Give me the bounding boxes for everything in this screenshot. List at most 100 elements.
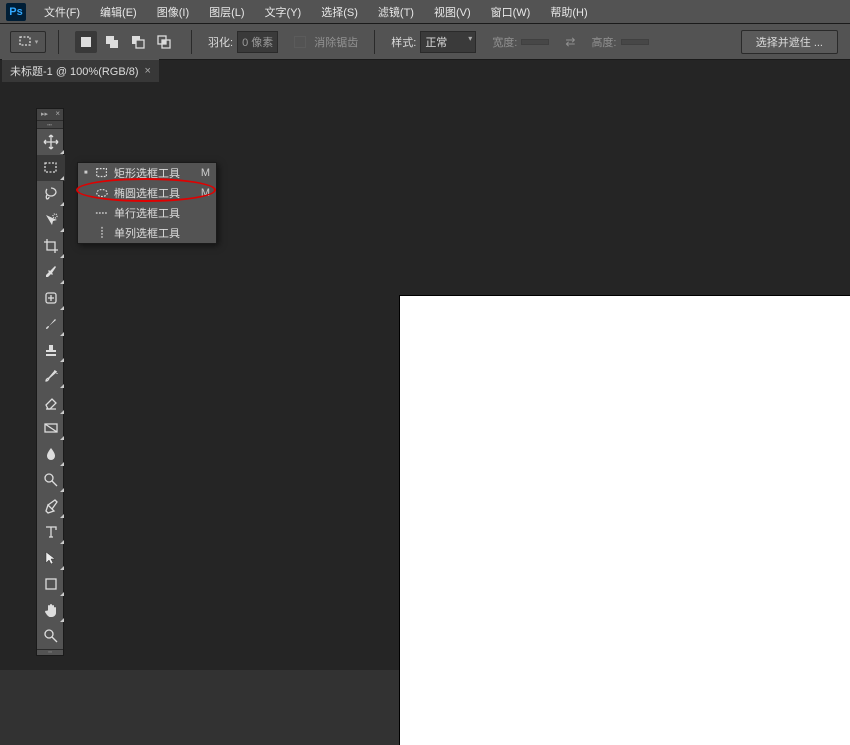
quick-select-icon xyxy=(43,212,59,228)
flyout-item-label: 单列选框工具 xyxy=(110,225,202,241)
menu-file[interactable]: 文件(F) xyxy=(34,4,90,20)
menu-image[interactable]: 图像(I) xyxy=(147,4,199,20)
document-tab-bar: 未标题-1 @ 100%(RGB/8) × xyxy=(0,60,850,82)
tool-pen[interactable] xyxy=(37,493,65,519)
tool-history-brush[interactable] xyxy=(37,363,65,389)
flyout-item-rect[interactable]: ■矩形选框工具M xyxy=(78,163,216,183)
grip-icon: ┅ xyxy=(47,120,53,129)
selection-subtract-button[interactable] xyxy=(127,31,149,53)
tool-shape[interactable] xyxy=(37,571,65,597)
menu-view[interactable]: 视图(V) xyxy=(424,4,481,20)
tool-gradient[interactable] xyxy=(37,415,65,441)
flyout-indicator-icon xyxy=(60,332,64,336)
flyout-indicator-icon xyxy=(60,592,64,596)
divider xyxy=(374,30,375,54)
menu-filter[interactable]: 滤镜(T) xyxy=(368,4,424,20)
active-bullet-icon: ■ xyxy=(84,170,94,176)
dodge-icon xyxy=(43,472,59,488)
tool-crop[interactable] xyxy=(37,233,65,259)
tool-type[interactable] xyxy=(37,519,65,545)
grip-icon: ┅ xyxy=(48,649,52,656)
style-label: 样式: xyxy=(391,34,416,50)
tool-quick-select[interactable] xyxy=(37,207,65,233)
marquee-icon xyxy=(18,34,34,50)
tool-eyedropper[interactable] xyxy=(37,259,65,285)
app-logo: Ps xyxy=(6,3,26,21)
swap-icon: ⇄ xyxy=(565,35,575,49)
feather-input[interactable]: 0 像素 xyxy=(237,31,278,53)
move-icon xyxy=(43,134,59,150)
flyout-indicator-icon xyxy=(60,618,64,622)
swap-wh: ⇄ xyxy=(561,35,579,49)
divider xyxy=(58,30,59,54)
tool-path-select[interactable] xyxy=(37,545,65,571)
document-tab-title: 未标题-1 @ 100%(RGB/8) xyxy=(10,63,139,79)
selection-intersect-button[interactable] xyxy=(153,31,175,53)
gradient-icon xyxy=(43,420,59,436)
select-and-mask-button[interactable]: 选择并遮住 ... xyxy=(741,30,838,54)
subtract-selection-icon xyxy=(130,34,146,50)
marquee-flyout: ■矩形选框工具M椭圆选框工具M单行选框工具单列选框工具 xyxy=(77,162,217,244)
tool-zoom[interactable] xyxy=(37,623,65,649)
add-selection-icon xyxy=(104,34,120,50)
flyout-indicator-icon xyxy=(60,306,64,310)
path-select-icon xyxy=(43,550,59,566)
tool-lasso[interactable] xyxy=(37,181,65,207)
divider xyxy=(191,30,192,54)
flyout-indicator-icon xyxy=(60,410,64,414)
menu-bar: Ps 文件(F) 编辑(E) 图像(I) 图层(L) 文字(Y) 选择(S) 滤… xyxy=(0,0,850,24)
menu-help[interactable]: 帮助(H) xyxy=(540,4,597,20)
flyout-indicator-icon xyxy=(60,384,64,388)
document-tab[interactable]: 未标题-1 @ 100%(RGB/8) × xyxy=(2,59,159,82)
tool-panel-grip[interactable]: ┅ xyxy=(37,121,63,129)
flyout-item-col[interactable]: 单列选框工具 xyxy=(78,223,216,243)
flyout-item-shortcut: M xyxy=(193,187,210,199)
tool-marquee[interactable] xyxy=(37,155,65,181)
flyout-item-shortcut: M xyxy=(193,167,210,179)
flyout-indicator-icon xyxy=(60,202,64,206)
flyout-item-ellipse[interactable]: 椭圆选框工具M xyxy=(78,183,216,203)
tool-move[interactable] xyxy=(37,129,65,155)
type-icon xyxy=(43,524,59,540)
col-marquee-icon xyxy=(95,226,109,240)
tool-stamp[interactable] xyxy=(37,337,65,363)
menu-window[interactable]: 窗口(W) xyxy=(481,4,541,20)
menu-select[interactable]: 选择(S) xyxy=(311,4,368,20)
menu-type[interactable]: 文字(Y) xyxy=(255,4,312,20)
close-icon[interactable]: × xyxy=(145,65,151,77)
healing-icon xyxy=(43,290,59,306)
ellipse-marquee-icon xyxy=(95,186,109,200)
pen-icon xyxy=(43,498,59,514)
antialias-label: 消除锯齿 xyxy=(314,34,358,50)
intersect-selection-icon xyxy=(156,34,172,50)
selection-add-button[interactable] xyxy=(101,31,123,53)
tool-blur[interactable] xyxy=(37,441,65,467)
antialias-group: 消除锯齿 xyxy=(290,34,362,50)
stamp-icon xyxy=(43,342,59,358)
blur-icon xyxy=(43,446,59,462)
canvas[interactable] xyxy=(400,296,850,745)
width-group: 宽度: xyxy=(488,34,553,50)
flyout-indicator-icon xyxy=(60,540,64,544)
menu-edit[interactable]: 编辑(E) xyxy=(90,4,147,20)
lasso-icon xyxy=(43,186,59,202)
history-brush-icon xyxy=(43,368,59,384)
tool-dodge[interactable] xyxy=(37,467,65,493)
tool-preset-button[interactable]: ▾ xyxy=(10,31,46,53)
height-group: 高度: xyxy=(587,34,652,50)
selection-new-button[interactable] xyxy=(75,31,97,53)
feather-label: 羽化: xyxy=(208,34,233,50)
flyout-indicator-icon xyxy=(60,280,64,284)
height-input xyxy=(621,39,649,45)
tool-healing[interactable] xyxy=(37,285,65,311)
tool-hand[interactable] xyxy=(37,597,65,623)
tool-brush[interactable] xyxy=(37,311,65,337)
flyout-indicator-icon xyxy=(60,358,64,362)
flyout-indicator-icon xyxy=(60,150,64,154)
style-select[interactable]: 正常 ▾ xyxy=(420,31,476,53)
flyout-item-label: 椭圆选框工具 xyxy=(110,185,193,201)
menu-layer[interactable]: 图层(L) xyxy=(199,4,254,20)
flyout-item-row[interactable]: 单行选框工具 xyxy=(78,203,216,223)
flyout-indicator-icon xyxy=(60,488,64,492)
tool-eraser[interactable] xyxy=(37,389,65,415)
